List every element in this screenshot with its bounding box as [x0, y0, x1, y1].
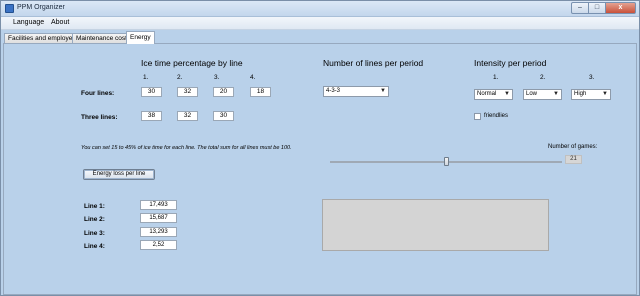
title-bar: PPM Organizer – □ x	[1, 1, 639, 17]
lines-per-period-heading: Number of lines per period	[323, 58, 424, 68]
energy-tab-panel: Ice time percentage by line 1. 2. 3. 4. …	[3, 43, 637, 295]
intensity-period-3-value: High	[574, 91, 587, 97]
chevron-down-icon: ▼	[380, 88, 386, 94]
result-label-line-2: Line 2:	[84, 216, 105, 223]
intensity-heading: Intensity per period	[474, 58, 547, 68]
tab-energy[interactable]: Energy	[126, 31, 155, 44]
result-label-line-4: Line 4:	[84, 243, 105, 250]
three-lines-line-1-input[interactable]: 38	[141, 111, 162, 121]
ice-time-column-2: 2.	[177, 74, 183, 81]
ice-time-column-4: 4.	[250, 74, 256, 81]
four-lines-label: Four lines:	[81, 90, 115, 97]
intensity-period-1-select[interactable]: Normal ▼	[474, 89, 513, 100]
intensity-period-3-select[interactable]: High ▼	[571, 89, 611, 100]
three-lines-line-3-input[interactable]: 30	[213, 111, 234, 121]
intensity-column-1: 1.	[493, 74, 499, 81]
result-value-line-2: 15,687	[140, 213, 177, 223]
close-button[interactable]: x	[606, 2, 636, 14]
intensity-column-3: 3.	[589, 74, 595, 81]
number-of-games-label: Number of games:	[548, 144, 598, 150]
menu-language[interactable]: Language	[13, 19, 44, 26]
caption-buttons: – □ x	[571, 2, 636, 14]
intensity-period-2-select[interactable]: Low ▼	[523, 89, 562, 100]
four-lines-line-4-input[interactable]: 18	[250, 87, 271, 97]
result-label-line-1: Line 1:	[84, 203, 105, 210]
intensity-period-1-value: Normal	[477, 91, 497, 97]
window-title: PPM Organizer	[17, 4, 65, 11]
ice-time-column-3: 3.	[214, 74, 220, 81]
ice-time-column-1: 1.	[143, 74, 149, 81]
maximize-button[interactable]: □	[589, 2, 606, 14]
result-label-line-3: Line 3:	[84, 230, 105, 237]
lines-per-period-value: 4-3-3	[326, 88, 341, 94]
four-lines-line-1-input[interactable]: 30	[141, 87, 162, 97]
chevron-down-icon: ▼	[504, 91, 510, 97]
friendlies-label: friendlies	[484, 113, 509, 119]
output-panel	[322, 199, 549, 251]
four-lines-line-3-input[interactable]: 20	[213, 87, 234, 97]
lines-per-period-select[interactable]: 4-3-3 ▼	[323, 86, 389, 97]
tab-strip: Facilities and employees Maintenance cos…	[1, 31, 639, 44]
app-icon	[5, 4, 14, 13]
result-value-line-4: 2,52	[140, 240, 177, 250]
number-of-games-value: 21	[565, 155, 582, 164]
energy-loss-per-line-button[interactable]: Energy loss per line	[83, 169, 155, 180]
four-lines-line-2-input[interactable]: 32	[177, 87, 198, 97]
intensity-column-2: 2.	[540, 74, 546, 81]
intensity-period-2-value: Low	[526, 91, 538, 97]
ice-time-info-text: You can set 15 to 45% of ice time for ea…	[81, 145, 292, 151]
three-lines-label: Three lines:	[81, 114, 118, 121]
menu-about[interactable]: About	[51, 19, 69, 26]
app-window: PPM Organizer – □ x Language About Facil…	[0, 0, 640, 296]
chevron-down-icon: ▼	[602, 91, 608, 97]
menu-bar: Language About	[1, 17, 639, 30]
ice-time-heading: Ice time percentage by line	[141, 58, 243, 68]
minimize-button[interactable]: –	[571, 2, 589, 14]
result-value-line-1: 17,493	[140, 200, 177, 210]
result-value-line-3: 13,293	[140, 227, 177, 237]
chevron-down-icon: ▼	[553, 91, 559, 97]
three-lines-line-2-input[interactable]: 32	[177, 111, 198, 121]
number-of-games-slider-thumb[interactable]	[444, 157, 449, 166]
friendlies-checkbox[interactable]	[474, 113, 481, 120]
